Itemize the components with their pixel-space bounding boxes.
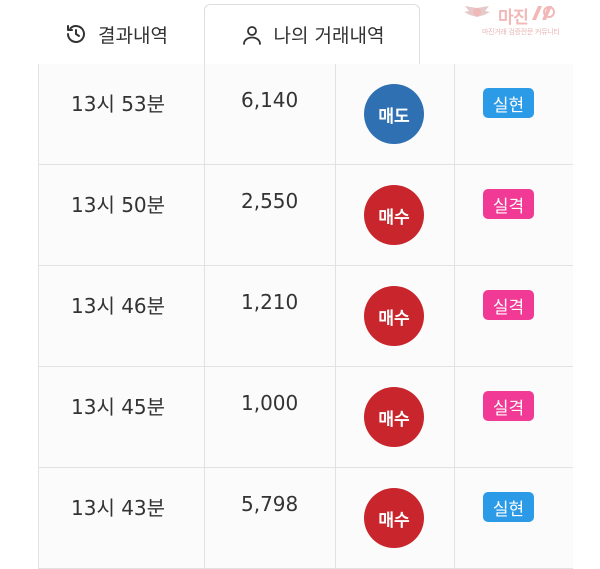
buy-badge: 매수 bbox=[364, 286, 424, 346]
tab-my-trades-label: 나의 거래내역 bbox=[273, 25, 385, 47]
time-cell: 13시 45분 bbox=[39, 367, 205, 467]
time-cell: 13시 43분 bbox=[39, 468, 205, 568]
buy-badge: 매수 bbox=[364, 488, 424, 548]
action-cell: 매수 bbox=[336, 468, 455, 568]
user-icon bbox=[240, 23, 264, 47]
wings-icon bbox=[462, 4, 492, 26]
tab-result-history[interactable]: 결과내역 bbox=[28, 4, 204, 64]
trade-amount: 5,798 bbox=[241, 492, 299, 516]
sell-badge: 매도 bbox=[364, 84, 424, 144]
tab-bar: 결과내역 나의 거래내역 마진 마진거래 검증전문 커뮤니티 bbox=[0, 0, 600, 64]
action-cell: 매도 bbox=[336, 64, 455, 164]
table-row: 13시 46분 1,210 매수 실격 bbox=[39, 266, 573, 367]
failed-badge: 실격 bbox=[483, 290, 534, 320]
action-cell: 매수 bbox=[336, 367, 455, 467]
trade-time: 13시 45분 bbox=[71, 395, 166, 419]
nine-badge-icon bbox=[528, 4, 558, 26]
result-cell: 실현 bbox=[455, 64, 573, 164]
amount-cell: 5,798 bbox=[205, 468, 336, 568]
time-cell: 13시 50분 bbox=[39, 165, 205, 265]
result-cell: 실격 bbox=[455, 367, 573, 467]
trade-time: 13시 53분 bbox=[71, 92, 166, 116]
action-cell: 매수 bbox=[336, 266, 455, 366]
history-icon bbox=[64, 22, 88, 46]
tab-my-trades[interactable]: 나의 거래내역 bbox=[204, 4, 420, 64]
result-cell: 실격 bbox=[455, 266, 573, 366]
trade-amount: 6,140 bbox=[241, 88, 299, 112]
realized-badge: 실현 bbox=[483, 88, 534, 118]
result-cell: 실현 bbox=[455, 468, 573, 568]
watermark-title: 마진 bbox=[498, 7, 529, 28]
table-row: 13시 45분 1,000 매수 실격 bbox=[39, 367, 573, 468]
buy-badge: 매수 bbox=[364, 185, 424, 245]
trade-amount: 1,000 bbox=[241, 391, 299, 415]
amount-cell: 1,210 bbox=[205, 266, 336, 366]
failed-badge: 실격 bbox=[483, 189, 534, 219]
failed-badge: 실격 bbox=[483, 391, 534, 421]
watermark-logo: 마진 마진거래 검증전문 커뮤니티 bbox=[462, 4, 574, 36]
amount-cell: 6,140 bbox=[205, 64, 336, 164]
watermark-subtitle: 마진거래 검증전문 커뮤니티 bbox=[482, 28, 560, 36]
realized-badge: 실현 bbox=[483, 492, 534, 522]
time-cell: 13시 53분 bbox=[39, 64, 205, 164]
buy-badge: 매수 bbox=[364, 387, 424, 447]
trade-time: 13시 50분 bbox=[71, 193, 166, 217]
table-row: 13시 50분 2,550 매수 실격 bbox=[39, 165, 573, 266]
result-cell: 실격 bbox=[455, 165, 573, 265]
action-cell: 매수 bbox=[336, 165, 455, 265]
amount-cell: 1,000 bbox=[205, 367, 336, 467]
table-row: 13시 43분 5,798 매수 실현 bbox=[39, 468, 573, 569]
time-cell: 13시 46분 bbox=[39, 266, 205, 366]
trade-history-table: 13시 53분 6,140 매도 실현 13시 50분 2,550 매수 실격 13시 46분 1… bbox=[38, 64, 573, 569]
trade-time: 13시 46분 bbox=[71, 294, 166, 318]
amount-cell: 2,550 bbox=[205, 165, 336, 265]
table-row: 13시 53분 6,140 매도 실현 bbox=[39, 64, 573, 165]
tab-result-history-label: 결과내역 bbox=[98, 24, 168, 47]
trade-time: 13시 43분 bbox=[71, 496, 166, 520]
trade-amount: 1,210 bbox=[241, 290, 299, 314]
trade-amount: 2,550 bbox=[241, 189, 299, 213]
